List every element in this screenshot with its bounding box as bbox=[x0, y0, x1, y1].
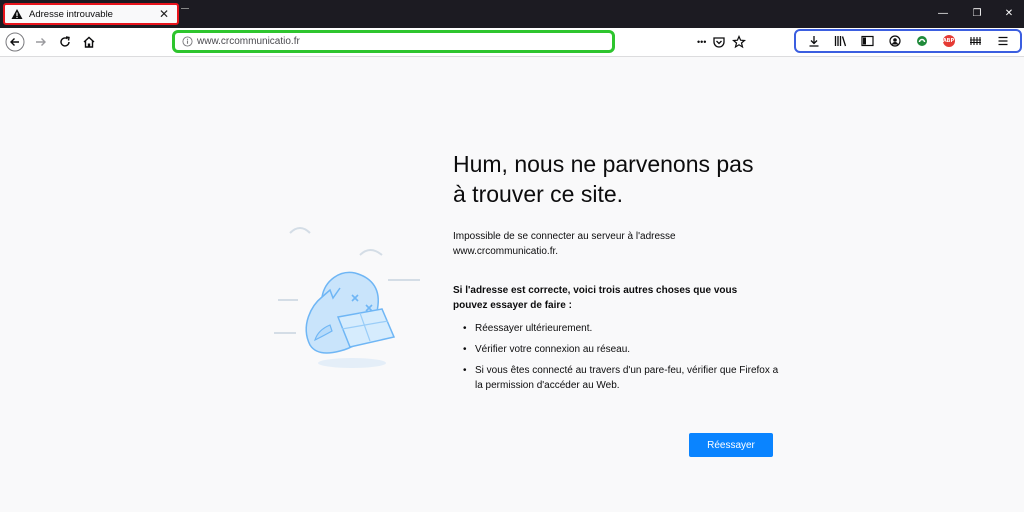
url-text[interactable]: www.crcommunicatio.fr bbox=[197, 36, 300, 47]
hamburger-menu-icon bbox=[998, 36, 1007, 46]
back-button[interactable] bbox=[5, 32, 25, 52]
account-button[interactable] bbox=[888, 34, 902, 48]
back-arrow-icon bbox=[5, 32, 25, 52]
library-icon bbox=[834, 36, 847, 47]
reload-button[interactable] bbox=[55, 32, 75, 52]
page-actions-button[interactable]: ••• bbox=[697, 37, 706, 47]
warning-icon bbox=[11, 9, 23, 19]
error-title-line-2: à trouver ce site. bbox=[453, 181, 624, 207]
list-item: Vérifier votre connexion au réseau. bbox=[453, 342, 783, 357]
bookmark-star-icon[interactable] bbox=[732, 35, 747, 49]
adblock-icon: ABP bbox=[942, 35, 955, 47]
error-page: Hum, nous ne parvenons pas à trouver ce … bbox=[0, 57, 1024, 512]
suggestions-list: Réessayer ultérieurement. Vérifier votre… bbox=[453, 321, 783, 399]
grid-extension-button[interactable] bbox=[969, 34, 983, 48]
reload-icon bbox=[60, 36, 70, 47]
extension-circle-icon bbox=[916, 36, 927, 46]
error-title-line-1: Hum, nous ne parvenons pas bbox=[453, 151, 754, 177]
suggestions-heading: Si l'adresse est correcte, voici trois a… bbox=[453, 285, 738, 311]
toolbar-icons: ABP bbox=[794, 29, 1022, 53]
menu-button[interactable] bbox=[996, 34, 1010, 48]
extension-button[interactable] bbox=[915, 34, 929, 48]
list-item: Réessayer ultérieurement. bbox=[453, 321, 783, 336]
url-actions: ••• bbox=[697, 32, 747, 52]
library-button[interactable] bbox=[834, 34, 848, 48]
grid-icon bbox=[970, 37, 981, 45]
tab-title: Adresse introuvable bbox=[29, 8, 113, 20]
sidebar-icon bbox=[861, 35, 874, 47]
error-title: Hum, nous ne parvenons pas à trouver ce … bbox=[453, 149, 793, 209]
url-bar[interactable]: www.crcommunicatio.fr bbox=[172, 30, 615, 53]
navigation-bar: www.crcommunicatio.fr ••• ABP bbox=[0, 28, 1024, 57]
error-description: Impossible de se connecter au serveur à … bbox=[453, 231, 676, 257]
tab-separator bbox=[181, 8, 189, 9]
account-icon bbox=[888, 35, 901, 47]
info-icon[interactable] bbox=[182, 36, 193, 47]
forward-arrow-icon bbox=[36, 38, 46, 46]
adblock-button[interactable]: ABP bbox=[942, 34, 956, 48]
sidebar-button[interactable] bbox=[861, 34, 875, 48]
tab-active[interactable]: Adresse introuvable ✕ bbox=[3, 3, 179, 25]
home-button[interactable] bbox=[79, 32, 99, 52]
home-icon bbox=[83, 36, 95, 48]
restore-button[interactable]: ❐ bbox=[970, 6, 984, 20]
close-tab-icon[interactable]: ✕ bbox=[159, 8, 169, 20]
forward-button[interactable] bbox=[31, 32, 51, 52]
minimize-button[interactable]: — bbox=[936, 6, 950, 20]
download-icon bbox=[809, 36, 818, 47]
title-bar: Adresse introuvable ✕ — ❐ ✕ bbox=[0, 0, 1024, 28]
pocket-icon[interactable] bbox=[712, 35, 726, 49]
retry-button[interactable]: Réessayer bbox=[689, 433, 773, 457]
close-window-button[interactable]: ✕ bbox=[1002, 6, 1016, 20]
list-item: Si vous êtes connecté au travers d'un pa… bbox=[453, 363, 783, 393]
error-illustration bbox=[274, 227, 420, 368]
download-button[interactable] bbox=[807, 34, 821, 48]
